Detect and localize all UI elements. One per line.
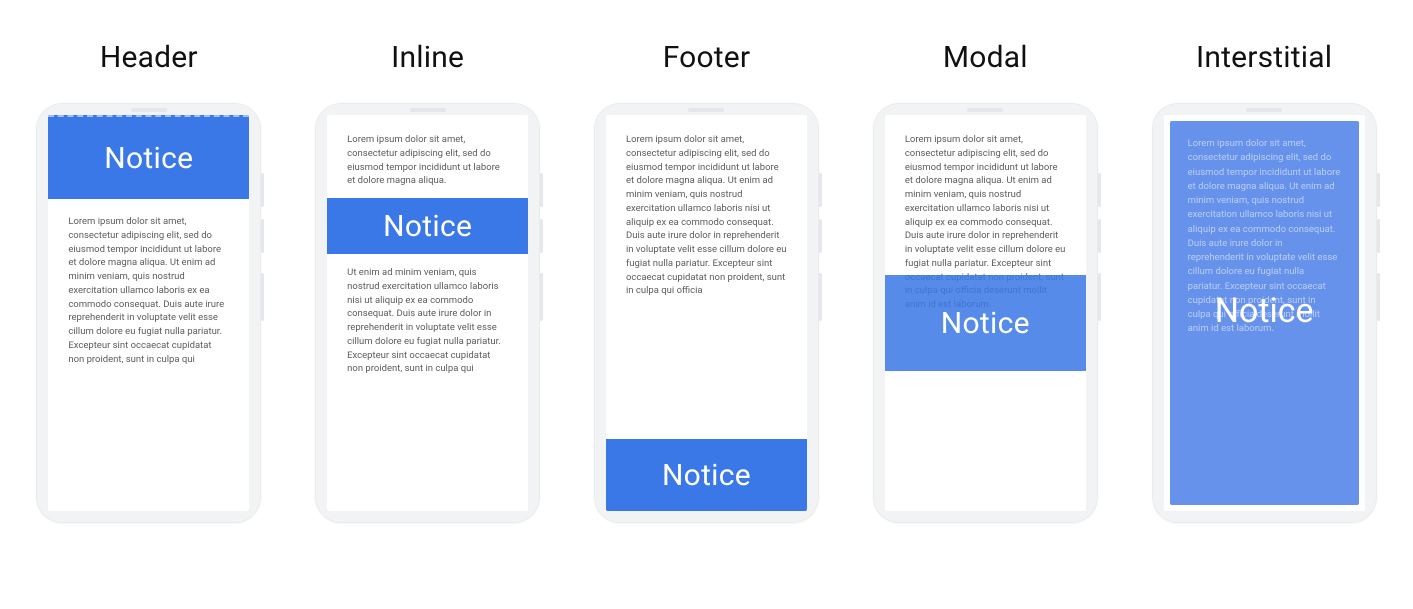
variants-row: Header Notice Lorem ipsum dolor sit amet… (0, 40, 1413, 523)
variant-title: Footer (663, 40, 751, 75)
phone-side-button-icon (261, 173, 264, 207)
phone-side-button-icon (261, 219, 264, 253)
variant-title: Modal (943, 40, 1028, 75)
phone-side-button-icon (1377, 173, 1380, 207)
variant-header: Header Notice Lorem ipsum dolor sit amet… (19, 40, 279, 523)
phone-side-button-icon (540, 273, 543, 321)
notice-label: Notice (1170, 291, 1359, 331)
screen-content: Lorem ipsum dolor sit amet, consectetur … (48, 115, 249, 511)
phone-side-button-icon (1377, 219, 1380, 253)
phone-side-button-icon (1377, 273, 1380, 321)
variant-title: Inline (391, 40, 464, 75)
body-text: Lorem ipsum dolor sit amet, consectetur … (626, 133, 787, 298)
phone-screen: Lorem ipsum dolor sit amet, consectetur … (606, 115, 807, 511)
phone-mockup: Lorem ipsum dolor sit amet, consectetur … (1152, 103, 1377, 523)
notice-label: Notice (383, 209, 472, 244)
body-text: Ut enim ad minim veniam, quis nostrud ex… (347, 266, 508, 376)
notice-label: Notice (941, 306, 1030, 341)
phone-side-button-icon (819, 173, 822, 207)
phone-side-button-icon (540, 219, 543, 253)
phone-screen: Lorem ipsum dolor sit amet, consectetur … (885, 115, 1086, 511)
variant-modal: Modal Lorem ipsum dolor sit amet, consec… (855, 40, 1115, 523)
variant-inline: Inline Lorem ipsum dolor sit amet, conse… (298, 40, 558, 523)
phone-mockup: Lorem ipsum dolor sit amet, consectetur … (315, 103, 540, 523)
variant-title: Header (100, 40, 198, 75)
phone-mockup: Lorem ipsum dolor sit amet, consectetur … (873, 103, 1098, 523)
notice-interstitial-scrim: Lorem ipsum dolor sit amet, consectetur … (1170, 121, 1359, 505)
phone-screen: Lorem ipsum dolor sit amet, consectetur … (1164, 115, 1365, 511)
phone-side-button-icon (1098, 173, 1101, 207)
variant-footer: Footer Lorem ipsum dolor sit amet, conse… (576, 40, 836, 523)
notice-banner-modal: Notice (885, 275, 1086, 371)
phone-screen: Notice Lorem ipsum dolor sit amet, conse… (48, 115, 249, 511)
phone-mockup: Lorem ipsum dolor sit amet, consectetur … (594, 103, 819, 523)
body-text: Lorem ipsum dolor sit amet, consectetur … (68, 215, 229, 366)
phone-mockup: Notice Lorem ipsum dolor sit amet, conse… (36, 103, 261, 523)
screen-content: Lorem ipsum dolor sit amet, consectetur … (327, 115, 528, 511)
phone-side-button-icon (819, 219, 822, 253)
phone-side-button-icon (1098, 273, 1101, 321)
variant-title: Interstitial (1196, 40, 1332, 75)
variant-interstitial: Interstitial Lorem ipsum dolor sit amet,… (1134, 40, 1394, 523)
phone-screen: Lorem ipsum dolor sit amet, consectetur … (327, 115, 528, 511)
notice-label: Notice (662, 458, 751, 493)
phone-side-button-icon (1098, 219, 1101, 253)
phone-side-button-icon (261, 273, 264, 321)
body-text: Lorem ipsum dolor sit amet, consectetur … (347, 133, 508, 188)
notice-banner-footer: Notice (606, 439, 807, 511)
notice-banner-inline: Notice (327, 198, 528, 254)
phone-side-button-icon (540, 173, 543, 207)
diagram-canvas: Header Notice Lorem ipsum dolor sit amet… (0, 0, 1413, 609)
phone-side-button-icon (819, 273, 822, 321)
